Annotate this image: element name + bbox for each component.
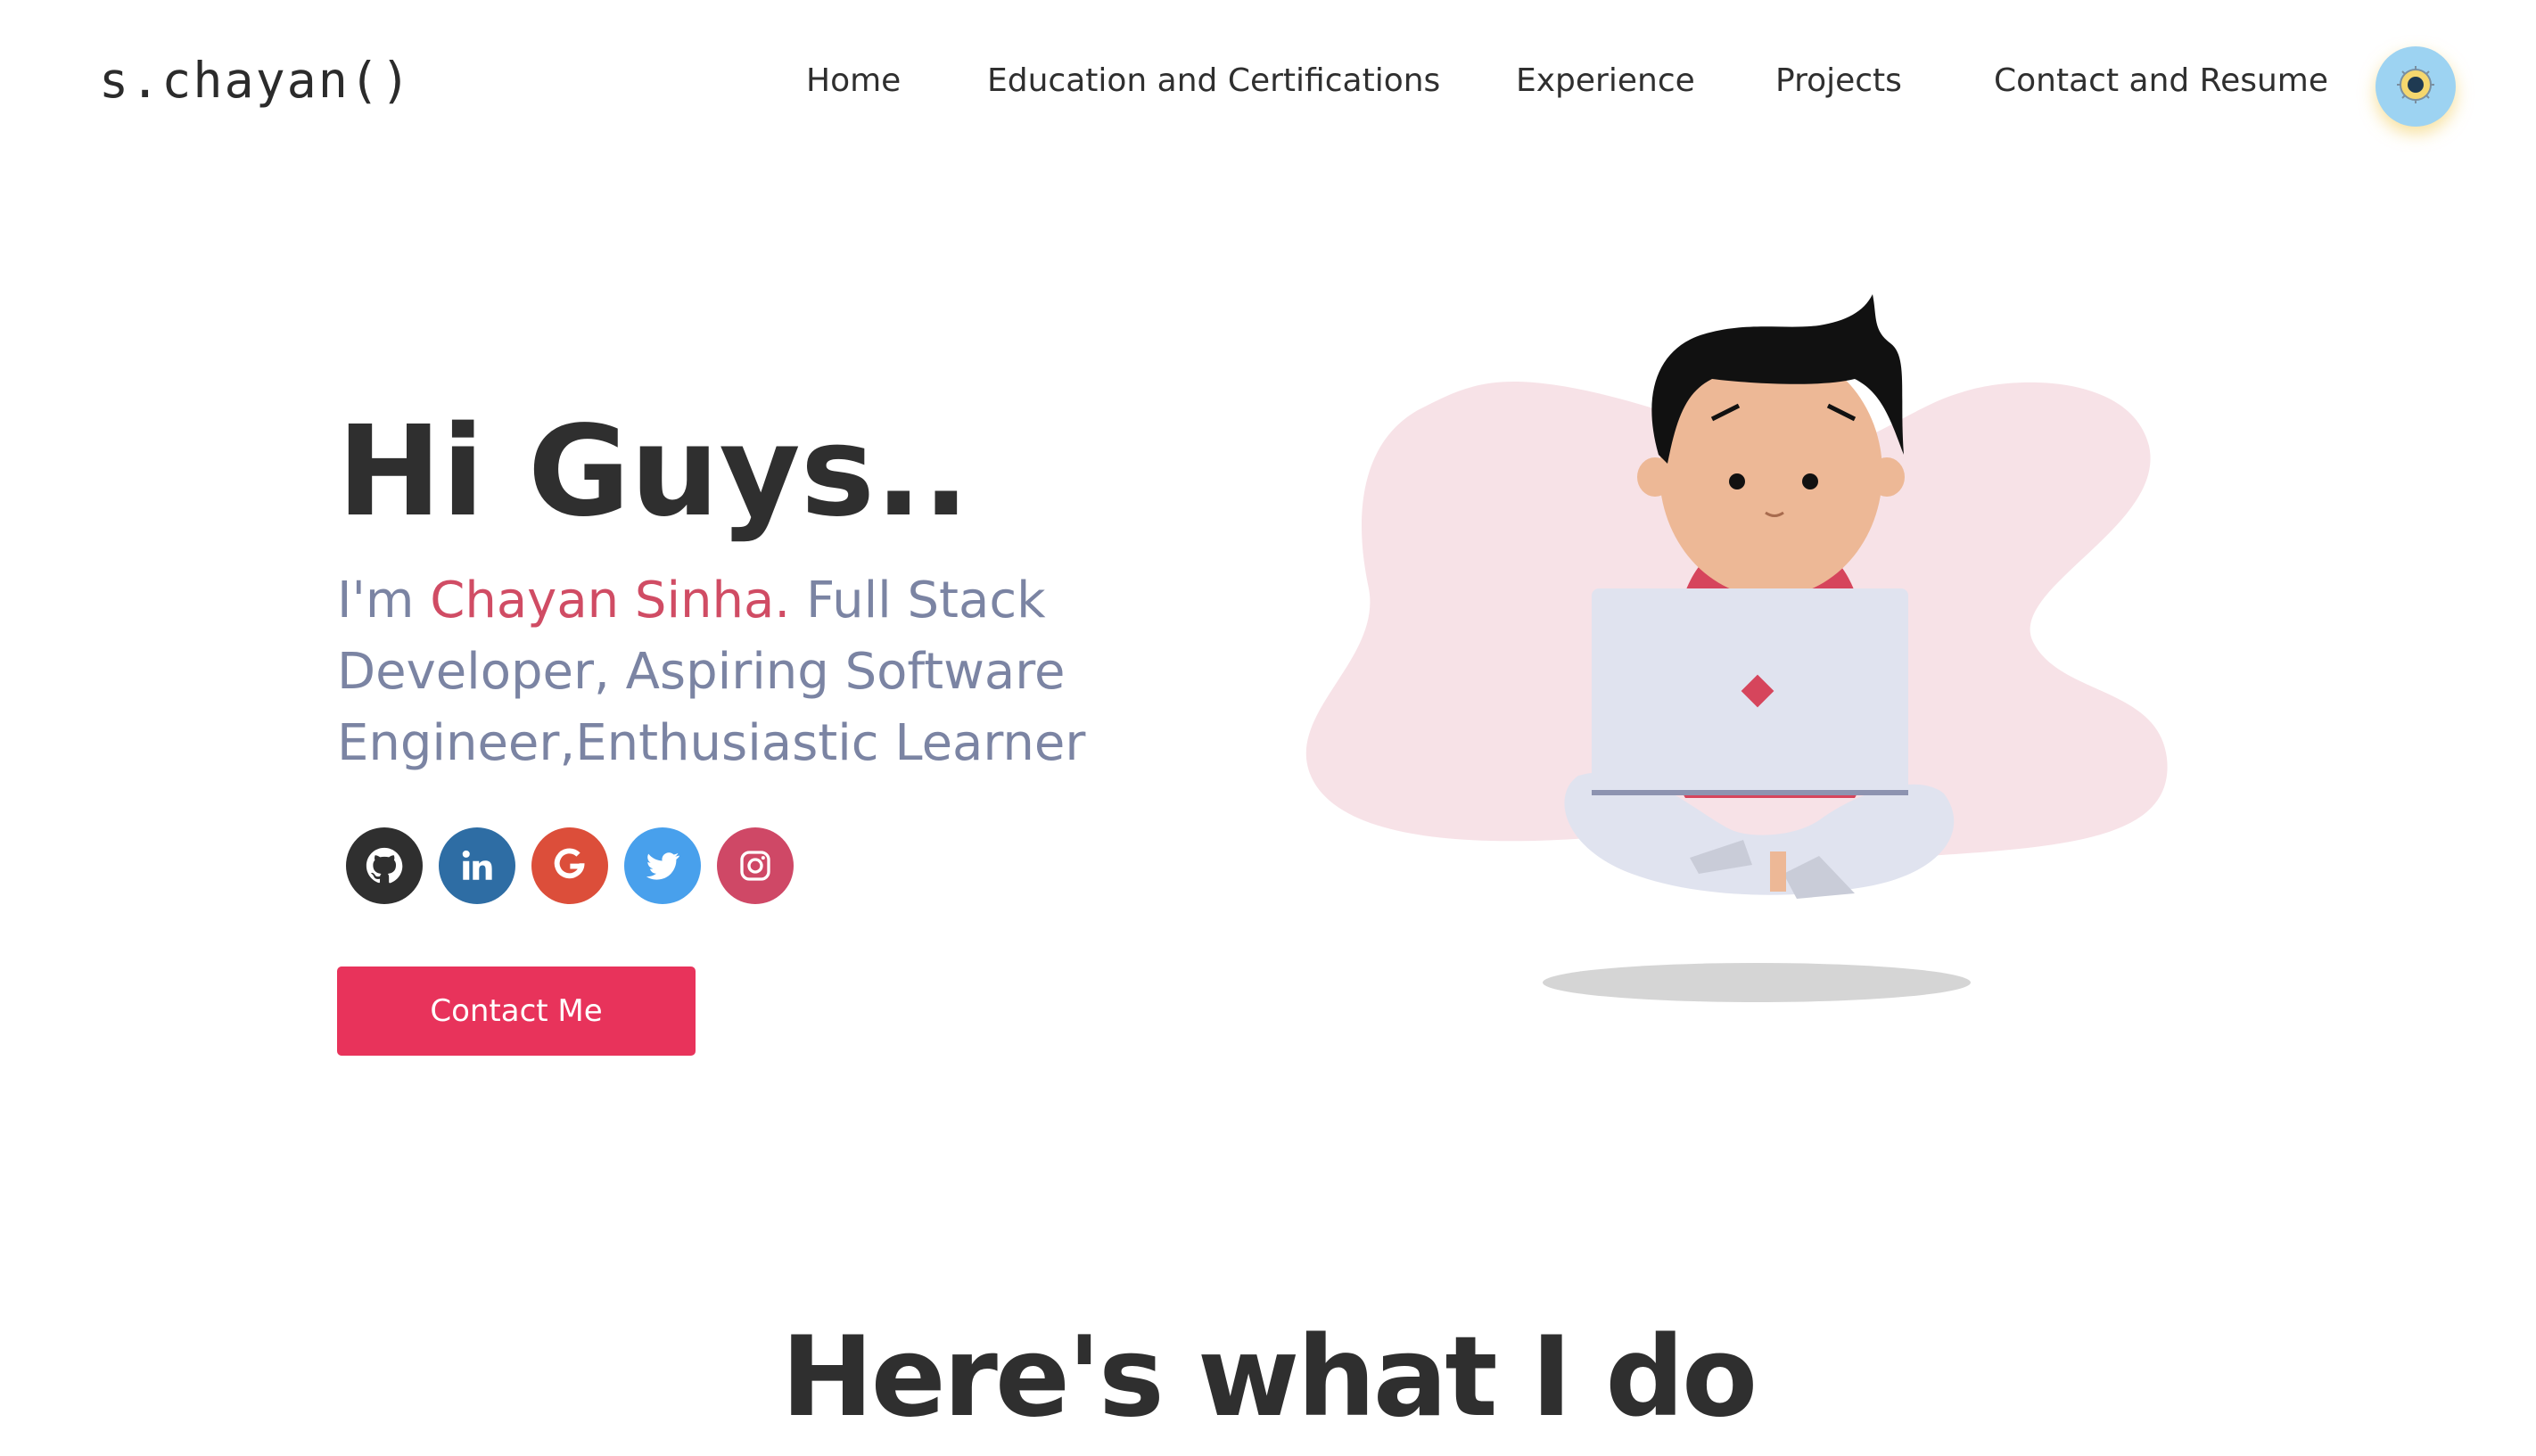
floor-shadow xyxy=(1543,963,1971,1002)
hero-illustration xyxy=(1284,294,2194,1025)
hero-intro: I'm Chayan Sinha. Full Stack Developer, … xyxy=(337,565,1140,779)
hero-name: Chayan Sinha. xyxy=(430,572,791,629)
left-eye xyxy=(1729,473,1745,489)
twitter-link[interactable] xyxy=(624,827,701,904)
hero-greeting: Hi Guys.. xyxy=(337,399,970,545)
nav-home[interactable]: Home xyxy=(806,62,901,99)
contact-me-button[interactable]: Contact Me xyxy=(337,967,696,1056)
linkedin-link[interactable] xyxy=(439,827,515,904)
theme-toggle-button[interactable] xyxy=(2375,46,2456,127)
nav-experience[interactable]: Experience xyxy=(1516,62,1695,99)
right-eye xyxy=(1802,473,1818,489)
social-links xyxy=(346,827,794,908)
ankle xyxy=(1770,851,1786,892)
twitter-icon xyxy=(643,846,682,885)
google-link[interactable] xyxy=(531,827,608,904)
google-icon xyxy=(550,846,589,885)
instagram-link[interactable] xyxy=(717,827,794,904)
linkedin-icon xyxy=(458,847,496,884)
intro-prefix: I'm xyxy=(337,572,431,629)
nav-education-certifications[interactable]: Education and Certifications xyxy=(987,62,1440,99)
nav-projects[interactable]: Projects xyxy=(1775,62,1902,99)
nav-contact-resume[interactable]: Contact and Resume xyxy=(1994,62,2328,99)
github-icon xyxy=(364,845,405,886)
sun-icon xyxy=(2393,62,2438,111)
site-header: s.chayan() Home Education and Certificat… xyxy=(0,0,2536,169)
section-title: Here's what I do xyxy=(780,1313,1758,1442)
github-link[interactable] xyxy=(346,827,423,904)
instagram-icon xyxy=(737,848,773,884)
laptop-base xyxy=(1592,790,1908,795)
main-nav: Home Education and Certifications Experi… xyxy=(0,62,2536,116)
